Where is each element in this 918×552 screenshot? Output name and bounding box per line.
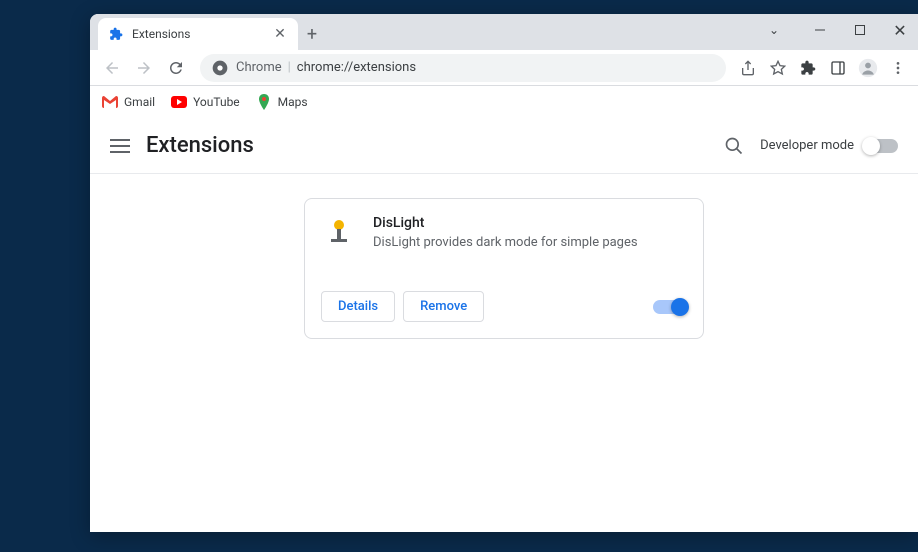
extensions-icon[interactable] <box>796 56 820 80</box>
back-button[interactable] <box>98 54 126 82</box>
chrome-icon <box>212 60 228 76</box>
gmail-icon <box>102 94 118 110</box>
developer-mode-label: Developer mode <box>760 138 854 153</box>
extension-card-actions: Details Remove <box>321 291 687 322</box>
extension-description: DisLight provides dark mode for simple p… <box>373 235 687 250</box>
window-controls: ⌄ ✕ <box>760 18 914 42</box>
toolbar-icons <box>736 56 910 80</box>
page-title: Extensions <box>146 133 708 158</box>
puzzle-icon <box>108 26 124 42</box>
omnibox[interactable]: Chrome | chrome://extensions <box>200 54 726 82</box>
extensions-header: Extensions Developer mode <box>90 118 918 174</box>
extension-enable-toggle[interactable] <box>653 300 687 314</box>
reload-button[interactable] <box>162 54 190 82</box>
extension-card: DisLight DisLight provides dark mode for… <box>304 198 704 339</box>
extensions-content: DisLight DisLight provides dark mode for… <box>90 174 918 532</box>
minimize-button[interactable] <box>806 18 834 42</box>
developer-mode: Developer mode <box>760 138 898 153</box>
star-icon[interactable] <box>766 56 790 80</box>
new-tab-button[interactable]: + <box>298 20 326 48</box>
bookmark-youtube[interactable]: YouTube <box>171 94 240 110</box>
extension-name: DisLight <box>373 215 687 231</box>
browser-window: Extensions ✕ + ⌄ ✕ Chrome | chro <box>90 14 918 532</box>
search-button[interactable] <box>724 136 744 156</box>
tab-close-button[interactable]: ✕ <box>272 26 288 42</box>
extension-info: DisLight DisLight provides dark mode for… <box>373 215 687 251</box>
menu-icon[interactable] <box>886 56 910 80</box>
extension-card-header: DisLight DisLight provides dark mode for… <box>321 215 687 251</box>
tab-title: Extensions <box>132 27 264 41</box>
maps-icon <box>256 94 272 110</box>
toolbar: Chrome | chrome://extensions <box>90 50 918 86</box>
remove-button[interactable]: Remove <box>403 291 484 322</box>
bookmark-gmail[interactable]: Gmail <box>102 94 155 110</box>
extension-icon <box>321 215 357 251</box>
profile-icon[interactable] <box>856 56 880 80</box>
bookmark-label: Maps <box>278 95 308 109</box>
developer-mode-toggle[interactable] <box>864 139 898 153</box>
bookmark-label: YouTube <box>193 95 240 109</box>
bookmarks-bar: Gmail YouTube Maps <box>90 86 918 118</box>
titlebar: Extensions ✕ + ⌄ ✕ <box>90 14 918 50</box>
browser-tab[interactable]: Extensions ✕ <box>98 18 298 50</box>
youtube-icon <box>171 94 187 110</box>
forward-button[interactable] <box>130 54 158 82</box>
menu-button[interactable] <box>110 136 130 156</box>
bookmark-label: Gmail <box>124 95 155 109</box>
omnibox-text: Chrome | chrome://extensions <box>236 60 416 75</box>
close-window-button[interactable]: ✕ <box>886 18 914 42</box>
maximize-button[interactable] <box>846 18 874 42</box>
sidepanel-icon[interactable] <box>826 56 850 80</box>
chevron-down-icon[interactable]: ⌄ <box>760 18 788 42</box>
share-icon[interactable] <box>736 56 760 80</box>
bookmark-maps[interactable]: Maps <box>256 94 308 110</box>
details-button[interactable]: Details <box>321 291 395 322</box>
